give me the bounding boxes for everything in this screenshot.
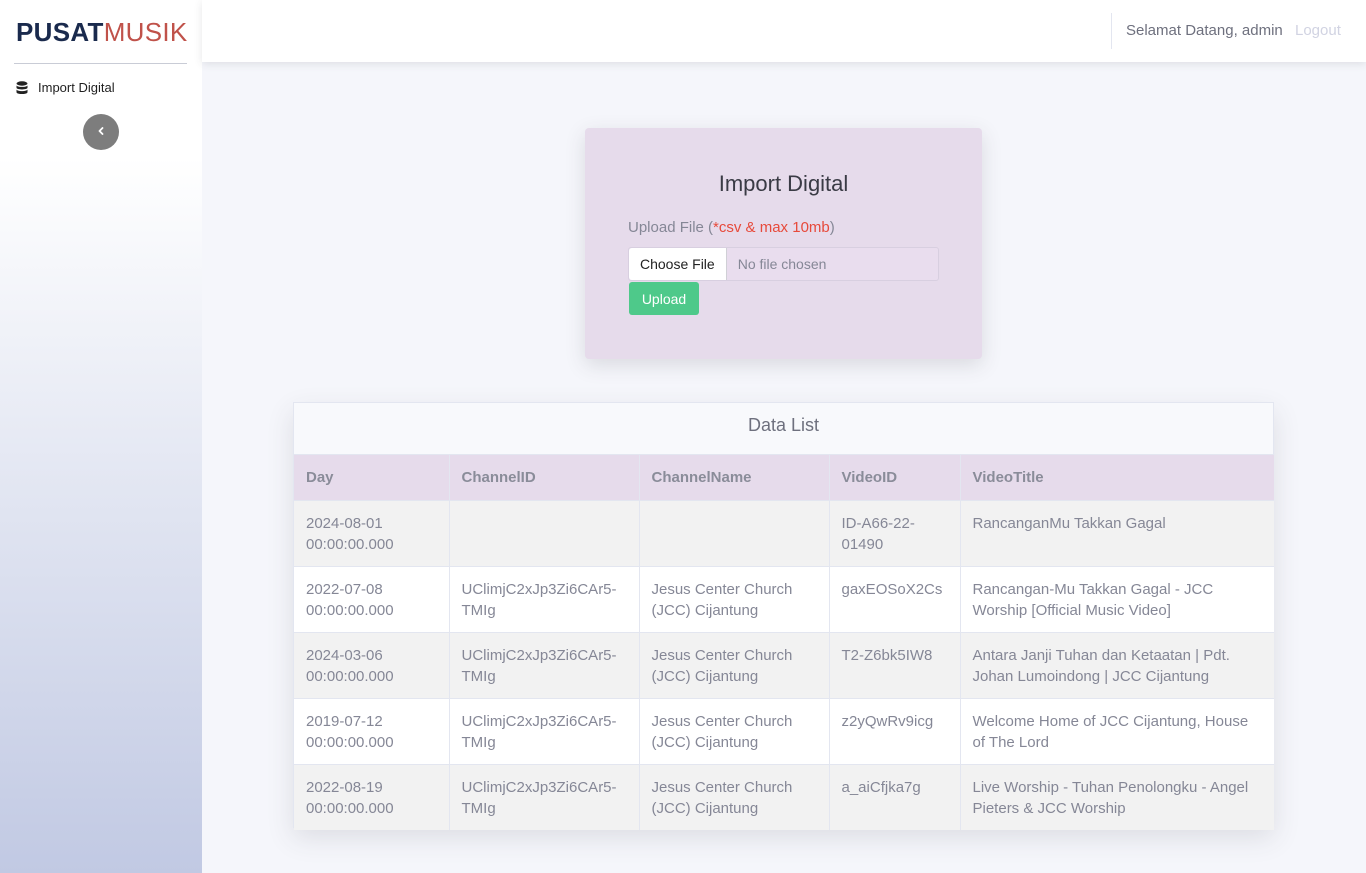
- upload-file-label: Upload File (*csv & max 10mb): [628, 219, 835, 236]
- column-header-channel-name[interactable]: ChannelName: [639, 455, 830, 500]
- cell-video-title: Rancangan-Mu Takkan Gagal - JCC Worship …: [960, 565, 1274, 632]
- cell-channel-id: UClimjC2xJp3Zi6CAr5-TMIg: [449, 697, 640, 764]
- database-icon: [16, 80, 28, 95]
- sidebar-toggle-button[interactable]: [83, 114, 119, 150]
- cell-day: 2024-03-06 00:00:00.000: [294, 631, 450, 698]
- cell-video-title: RancanganMu Takkan Gagal: [960, 499, 1274, 566]
- welcome-text: Selamat Datang, admin: [1126, 22, 1283, 39]
- upload-button[interactable]: Upload: [629, 282, 699, 315]
- table-row: 2022-07-08 00:00:00.000 UClimjC2xJp3Zi6C…: [294, 565, 1274, 632]
- upload-label-close: ): [829, 219, 835, 236]
- chevron-left-icon: [96, 123, 106, 141]
- cell-video-id: ID-A66-22-01490: [829, 499, 961, 566]
- cell-day: 2022-07-08 00:00:00.000: [294, 565, 450, 632]
- cell-channel-id: UClimjC2xJp3Zi6CAr5-TMIg: [449, 763, 640, 830]
- file-status: No file chosen: [737, 256, 827, 272]
- cell-video-id: z2yQwRv9icg: [829, 697, 961, 764]
- file-input[interactable]: Choose File No file chosen: [628, 247, 939, 281]
- cell-channel-id: [449, 499, 640, 566]
- upload-requirement: *csv & max 10mb: [713, 219, 830, 236]
- sidebar: PUSATMUSIK Import Digital: [0, 0, 202, 873]
- cell-video-title: Welcome Home of JCC Cijantung, House of …: [960, 697, 1274, 764]
- column-header-channel-id[interactable]: ChannelID: [449, 455, 640, 500]
- cell-channel-name: Jesus Center Church (JCC) Cijantung: [639, 631, 830, 698]
- upload-card: Import Digital Upload File (*csv & max 1…: [585, 128, 982, 359]
- cell-channel-name: Jesus Center Church (JCC) Cijantung: [639, 697, 830, 764]
- data-list-title: Data List: [294, 403, 1273, 455]
- cell-channel-name: Jesus Center Church (JCC) Cijantung: [639, 565, 830, 632]
- cell-channel-name: [639, 499, 830, 566]
- column-header-video-id[interactable]: VideoID: [829, 455, 961, 500]
- cell-channel-name: Jesus Center Church (JCC) Cijantung: [639, 763, 830, 830]
- sidebar-item-label: Import Digital: [38, 80, 115, 95]
- choose-file-button[interactable]: Choose File: [629, 248, 727, 280]
- cell-channel-id: UClimjC2xJp3Zi6CAr5-TMIg: [449, 565, 640, 632]
- column-header-video-title[interactable]: VideoTitle: [960, 455, 1274, 500]
- table-row: 2024-03-06 00:00:00.000 UClimjC2xJp3Zi6C…: [294, 631, 1274, 698]
- cell-day: 2019-07-12 00:00:00.000: [294, 697, 450, 764]
- table-row: 2022-08-19 00:00:00.000 UClimjC2xJp3Zi6C…: [294, 763, 1274, 830]
- data-list-card: Data List Day ChannelID ChannelName Vide…: [293, 402, 1274, 830]
- cell-day: 2022-08-19 00:00:00.000: [294, 763, 450, 830]
- column-header-day[interactable]: Day: [294, 455, 450, 500]
- cell-video-title: Antara Janji Tuhan dan Ketaatan | Pdt. J…: [960, 631, 1274, 698]
- cell-video-id: a_aiCfjka7g: [829, 763, 961, 830]
- cell-video-title: Live Worship - Tuhan Penolongku - Angel …: [960, 763, 1274, 830]
- upload-title: Import Digital: [718, 171, 849, 196]
- table-row: 2024-08-01 00:00:00.000 ID-A66-22-01490 …: [294, 499, 1274, 566]
- sidebar-divider: [14, 63, 187, 64]
- logout-link[interactable]: Logout: [1295, 22, 1341, 39]
- brand-logo[interactable]: PUSATMUSIK: [16, 17, 188, 47]
- upload-label-open: (: [703, 219, 714, 236]
- cell-channel-id: UClimjC2xJp3Zi6CAr5-TMIg: [449, 631, 640, 698]
- cell-video-id: T2-Z6bk5IW8: [829, 631, 961, 698]
- brand-part1: PUSAT: [16, 17, 104, 47]
- sidebar-item-import-digital[interactable]: Import Digital: [16, 80, 115, 95]
- cell-day: 2024-08-01 00:00:00.000: [294, 499, 450, 566]
- table-header-row: Day ChannelID ChannelName VideoID VideoT…: [294, 455, 1274, 500]
- data-table: Day ChannelID ChannelName VideoID VideoT…: [294, 455, 1274, 830]
- topbar: Selamat Datang, admin Logout: [202, 0, 1366, 62]
- cell-video-id: gaxEOSoX2Cs: [829, 565, 961, 632]
- topbar-divider: [1111, 13, 1112, 49]
- brand-part2: MUSIK: [103, 17, 188, 47]
- upload-label-text: Upload File: [628, 219, 704, 236]
- table-row: 2019-07-12 00:00:00.000 UClimjC2xJp3Zi6C…: [294, 697, 1274, 764]
